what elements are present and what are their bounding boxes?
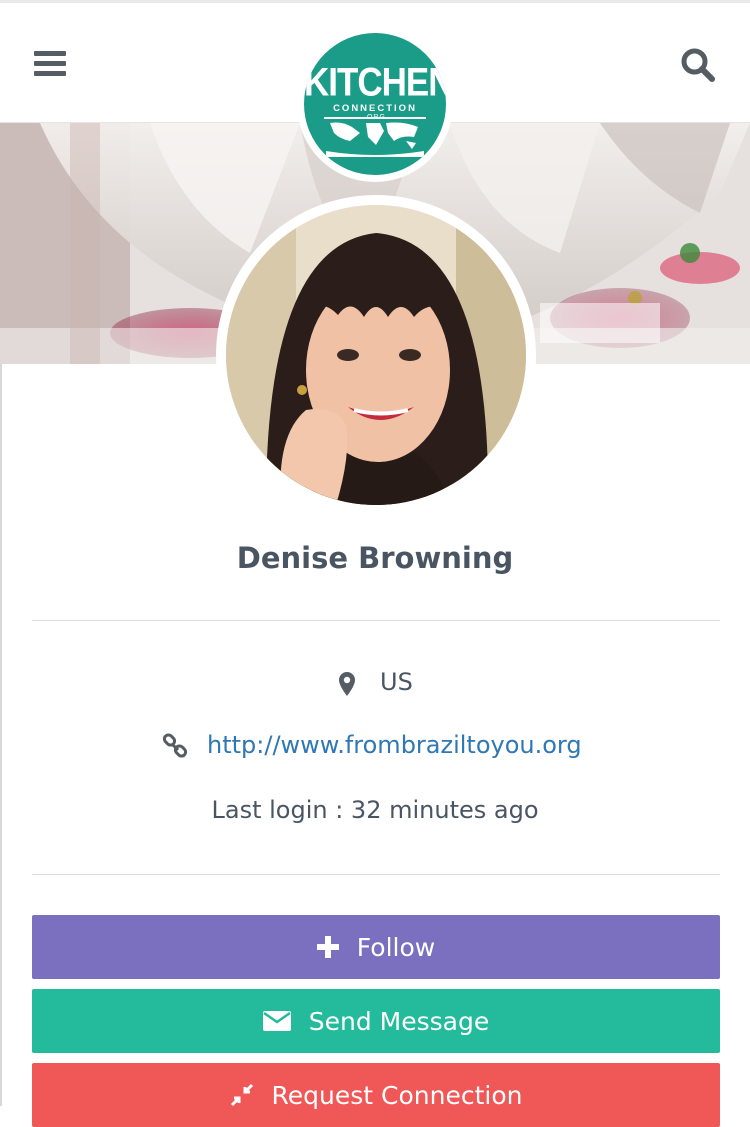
profile-location: US [380, 668, 413, 696]
hamburger-icon [34, 51, 66, 56]
last-login: Last login : 32 minutes ago [211, 796, 539, 824]
divider-top [32, 620, 720, 621]
send-message-label: Send Message [308, 1006, 490, 1036]
compress-arrows-icon [230, 1083, 253, 1107]
follow-label: Follow [356, 932, 436, 962]
site-logo[interactable]: KITCHEN CONNECTION .ORG [297, 26, 453, 182]
logo-badge: KITCHEN CONNECTION .ORG [304, 33, 446, 175]
search-icon[interactable] [680, 47, 716, 83]
profile-photo-image [226, 205, 526, 505]
follow-button[interactable]: Follow [32, 915, 720, 979]
map-marker-icon [339, 672, 355, 696]
globe-map-icon [324, 117, 426, 157]
content-left-border [0, 364, 2, 1106]
profile-name: Denise Browning [236, 541, 514, 575]
menu-button[interactable] [34, 51, 66, 77]
link-icon [162, 733, 188, 758]
request-connection-label: Request Connection [271, 1080, 523, 1110]
profile-website-link[interactable]: http://www.frombraziltoyou.org [207, 731, 582, 759]
envelope-icon [262, 1011, 291, 1031]
plus-icon [316, 936, 339, 958]
logo-title: KITCHEN [304, 60, 446, 105]
profile-avatar[interactable] [216, 195, 536, 515]
request-connection-button[interactable]: Request Connection [32, 1063, 720, 1127]
avatar-photo [226, 205, 526, 505]
send-message-button[interactable]: Send Message [32, 989, 720, 1053]
divider-bottom [32, 874, 720, 875]
